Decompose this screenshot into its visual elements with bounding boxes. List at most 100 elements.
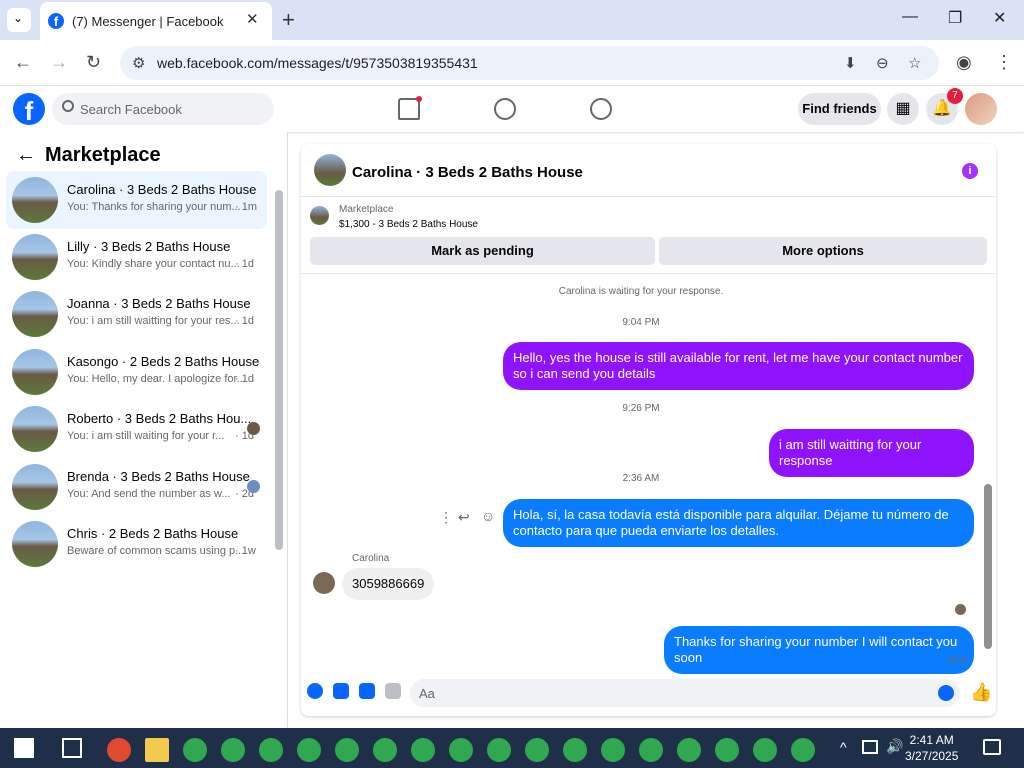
chrome-app-icon[interactable]: [677, 738, 701, 762]
outgoing-message[interactable]: i am still waitting for your response: [769, 429, 974, 477]
reply-icon[interactable]: ↩: [458, 509, 470, 526]
gif-icon[interactable]: [385, 683, 401, 699]
notification-center-icon[interactable]: [983, 739, 1001, 755]
listing-thumbnail: [12, 349, 58, 395]
account-avatar[interactable]: [965, 93, 997, 125]
chat-scrollbar[interactable]: [984, 484, 992, 649]
windows-start-icon[interactable]: [14, 738, 34, 758]
chrome-app-icon[interactable]: [715, 738, 739, 762]
browser-tab-messenger[interactable]: f (7) Messenger | Facebook ✕: [40, 2, 272, 40]
tab-list-button[interactable]: ⌄: [7, 8, 31, 32]
sticker-icon[interactable]: [359, 683, 375, 699]
back-arrow-icon[interactable]: ←: [14, 52, 32, 73]
sender-avatar[interactable]: [313, 572, 335, 594]
conversation-time: · 1d: [235, 373, 254, 385]
site-info-icon[interactable]: ⚙: [132, 54, 145, 72]
conversation-name: Joanna · 3 Beds 2 Baths House: [67, 296, 251, 311]
conversation-preview: You: Thanks for sharing your num...: [67, 201, 241, 213]
find-friends-button[interactable]: Find friends: [798, 93, 881, 125]
menu-grid-icon[interactable]: ▦: [887, 93, 919, 125]
chrome-app-icon[interactable]: [525, 738, 549, 762]
info-icon[interactable]: i: [962, 163, 978, 179]
conversation-item[interactable]: Roberto · 3 Beds 2 Baths Hou... You: i a…: [6, 400, 267, 458]
conversation-item[interactable]: Joanna · 3 Beds 2 Baths House You: i am …: [6, 285, 267, 343]
close-tab-icon[interactable]: ✕: [246, 10, 259, 28]
search-bar[interactable]: Search Facebook: [52, 93, 274, 125]
facebook-favicon-icon: f: [48, 13, 64, 29]
timestamp: 9:26 PM: [622, 403, 660, 414]
more-actions-icon[interactable]: ⋮: [439, 509, 453, 526]
listing-thumbnail: [12, 464, 58, 510]
chrome-app-icon[interactable]: [297, 738, 321, 762]
chrome-app-icon[interactable]: [183, 738, 207, 762]
chrome-app-icon[interactable]: [601, 738, 625, 762]
profile-icon[interactable]: ◉: [956, 52, 972, 73]
chrome-app-icon[interactable]: [411, 738, 435, 762]
chrome-app-icon[interactable]: [373, 738, 397, 762]
more-options-button[interactable]: More options: [659, 237, 987, 265]
composer: Aa 👍: [301, 675, 996, 715]
back-arrow-icon[interactable]: ←: [16, 144, 36, 167]
friends-icon[interactable]: [494, 98, 516, 120]
incoming-message[interactable]: 3059886669: [342, 568, 435, 600]
browser-tab-bar: ⌄ f (7) Messenger | Facebook ✕ + — ❐ ✕: [0, 0, 1024, 40]
conversation-item[interactable]: Kasongo · 2 Beds 2 Baths House You: Hell…: [6, 343, 267, 401]
message-input[interactable]: Aa: [410, 679, 960, 707]
like-thumb-icon[interactable]: 👍: [970, 682, 992, 703]
menu-dots-icon[interactable]: ⋮: [995, 52, 1013, 73]
emoji-icon[interactable]: [938, 685, 954, 701]
chrome-app-icon[interactable]: [563, 738, 587, 762]
conversation-preview: You: Hello, my dear. I apologize for...: [67, 373, 246, 385]
conversation-name: Brenda · 3 Beds 2 Baths House: [67, 469, 250, 484]
forward-arrow-icon[interactable]: →: [50, 52, 68, 73]
chrome-app-icon[interactable]: [791, 738, 815, 762]
close-window-button[interactable]: ✕: [993, 8, 1006, 28]
network-icon[interactable]: [862, 740, 878, 754]
reload-icon[interactable]: ↻: [86, 52, 101, 73]
volume-icon[interactable]: 🔊: [886, 738, 903, 755]
outgoing-message[interactable]: Thanks for sharing your number I will co…: [664, 626, 974, 674]
address-bar[interactable]: ⚙ web.facebook.com/messages/t/9573503819…: [120, 46, 939, 80]
outgoing-message[interactable]: Hello, yes the house is still available …: [503, 342, 974, 390]
chrome-app-icon[interactable]: [753, 738, 777, 762]
chrome-app-icon[interactable]: [335, 738, 359, 762]
conversation-preview: You: Kindly share your contact nu...: [67, 258, 240, 270]
groups-icon[interactable]: [590, 98, 612, 120]
chrome-app-icon[interactable]: [639, 738, 663, 762]
task-view-icon[interactable]: [62, 738, 82, 758]
react-emoji-icon[interactable]: ☺: [481, 508, 495, 524]
maximize-button[interactable]: ❐: [948, 8, 962, 28]
facebook-logo-icon[interactable]: f: [13, 93, 45, 126]
chrome-app-icon[interactable]: [487, 738, 511, 762]
sidebar-title: Marketplace: [45, 144, 161, 166]
system-clock[interactable]: 2:41 AM 3/27/2025: [905, 732, 958, 764]
conversation-preview: You: i am still waiting for your r...: [67, 430, 225, 442]
conversation-time: · 1m: [235, 201, 257, 213]
chrome-app-icon[interactable]: [221, 738, 245, 762]
file-explorer-icon[interactable]: [145, 738, 169, 762]
bookmark-star-icon[interactable]: ☆: [908, 54, 921, 72]
listing-summary[interactable]: $1,300 - 3 Beds 2 Baths House: [339, 219, 478, 230]
chat-title[interactable]: Carolina · 3 Beds 2 Baths House: [352, 164, 583, 181]
outgoing-message[interactable]: Hola, sí, la casa todavía está disponibl…: [503, 499, 974, 547]
conversation-item[interactable]: Carolina · 3 Beds 2 Baths House You: Tha…: [6, 171, 267, 229]
conversation-time: · 1d: [235, 315, 254, 327]
new-tab-button[interactable]: +: [282, 7, 295, 33]
mark-pending-button[interactable]: Mark as pending: [310, 237, 655, 265]
zoom-icon[interactable]: ⊖: [876, 54, 889, 72]
install-app-icon[interactable]: ⬇: [844, 54, 857, 72]
chrome-app-icon[interactable]: [449, 738, 473, 762]
chevron-up-icon[interactable]: ^: [840, 739, 847, 755]
add-icon[interactable]: [307, 683, 323, 699]
conversation-item[interactable]: Lilly · 3 Beds 2 Baths House You: Kindly…: [6, 228, 267, 286]
conversation-item[interactable]: Brenda · 3 Beds 2 Baths House You: And s…: [6, 458, 267, 516]
sidebar-scrollbar[interactable]: [275, 190, 283, 550]
conversation-item[interactable]: Chris · 2 Beds 2 Baths House Beware of c…: [6, 515, 267, 573]
browser-toolbar: ← → ↻ ⚙ web.facebook.com/messages/t/9573…: [0, 40, 1024, 86]
facebook-header: f Search Facebook Find friends ▦ 🔔 7: [0, 87, 1024, 132]
timestamp: 2:36 AM: [622, 473, 660, 484]
chrome-app-icon[interactable]: [107, 738, 131, 762]
photo-icon[interactable]: [333, 683, 349, 699]
chrome-app-icon[interactable]: [259, 738, 283, 762]
minimize-button[interactable]: —: [902, 8, 918, 26]
